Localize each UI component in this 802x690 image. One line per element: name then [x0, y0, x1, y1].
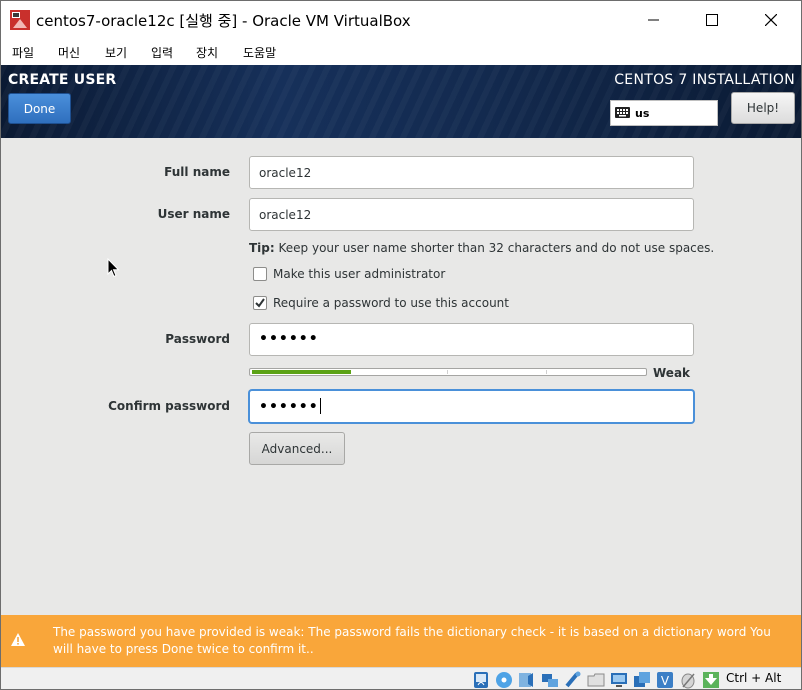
done-button[interactable]: Done [8, 93, 71, 124]
full-name-label: Full name [164, 165, 230, 179]
status-bar: V Ctrl + Alt [1, 667, 801, 689]
text-caret [319, 398, 321, 414]
host-key-icon[interactable] [702, 671, 720, 689]
minimize-icon [648, 19, 659, 21]
title-bar: centos7-oracle12c [실행 중] - Oracle VM Vir… [1, 1, 801, 39]
user-name-label: User name [157, 207, 230, 221]
admin-checkbox-label: Make this user administrator [273, 267, 446, 281]
keyboard-icon [615, 107, 630, 118]
virtualbox-window: centos7-oracle12c [실행 중] - Oracle VM Vir… [0, 0, 802, 690]
window-title: centos7-oracle12c [실행 중] - Oracle VM Vir… [36, 12, 411, 30]
confirm-password-field[interactable]: •••••• [249, 390, 694, 423]
help-button[interactable]: Help! [731, 92, 795, 124]
confirm-password-label: Confirm password [108, 399, 230, 413]
shared-folders-icon[interactable] [587, 671, 605, 689]
vm-screen[interactable]: CREATE USER Done CENTOS 7 INSTALLATION u… [1, 65, 801, 667]
menu-view[interactable]: 보기 [105, 44, 127, 61]
warning-icon [11, 633, 25, 646]
full-name-value: oracle12 [259, 166, 312, 180]
virtualization-icon[interactable]: V [656, 671, 674, 689]
admin-checkbox[interactable] [253, 267, 267, 281]
menu-input[interactable]: 입력 [151, 44, 173, 61]
password-label: Password [165, 332, 230, 346]
installation-title: CENTOS 7 INSTALLATION [614, 72, 795, 88]
password-strength-fill [252, 370, 351, 374]
host-key-label: Ctrl + Alt [726, 671, 782, 685]
keyboard-layout-label: us [635, 107, 650, 120]
confirm-password-value: •••••• [259, 399, 319, 415]
full-name-field[interactable]: oracle12 [249, 156, 694, 189]
keyboard-layout-indicator[interactable]: us [610, 100, 718, 126]
menu-file[interactable]: 파일 [12, 44, 34, 61]
svg-text:V: V [661, 674, 670, 688]
warning-bar[interactable]: The password you have provided is weak: … [1, 615, 801, 667]
confirm-password-wrapper: •••••• [259, 398, 321, 415]
close-icon [765, 14, 777, 26]
strength-divider [447, 370, 448, 374]
strength-divider [546, 370, 547, 374]
password-field[interactable]: •••••• [249, 323, 694, 356]
menu-machine[interactable]: 머신 [58, 44, 80, 61]
menu-help[interactable]: 도움말 [243, 44, 276, 61]
mouse-pointer-icon [107, 258, 120, 278]
optical-disc-icon[interactable] [495, 671, 513, 689]
hard-disk-icon[interactable] [472, 671, 490, 689]
usb-icon[interactable] [564, 671, 582, 689]
password-strength-label: Weak [653, 366, 691, 380]
mouse-integration-icon[interactable] [679, 671, 697, 689]
password-value: •••••• [259, 331, 319, 347]
close-button[interactable] [748, 1, 794, 39]
warning-message: The password you have provided is weak: … [53, 625, 771, 656]
minimize-button[interactable] [631, 1, 677, 39]
audio-icon[interactable] [518, 671, 536, 689]
user-name-value: oracle12 [259, 208, 312, 222]
require-password-checkbox[interactable] [253, 296, 267, 310]
tip-prefix: Tip: [249, 241, 275, 255]
require-password-label: Require a password to use this account [273, 296, 509, 310]
menu-devices[interactable]: 장치 [196, 44, 218, 61]
virtualbox-app-icon [10, 10, 30, 30]
menu-bar: 파일 머신 보기 입력 장치 도움말 [1, 39, 801, 65]
maximize-icon [706, 14, 718, 26]
display-icon[interactable] [610, 671, 628, 689]
recording-icon[interactable] [633, 671, 651, 689]
tip-text: Keep your user name shorter than 32 char… [274, 241, 715, 255]
password-strength-bar [249, 368, 647, 376]
username-tip: Tip: Keep your user name shorter than 32… [249, 241, 714, 255]
maximize-button[interactable] [689, 1, 735, 39]
user-name-field[interactable]: oracle12 [249, 198, 694, 231]
advanced-button[interactable]: Advanced... [249, 432, 345, 465]
page-title: CREATE USER [8, 72, 117, 88]
checkmark-icon [255, 298, 265, 308]
network-icon[interactable] [541, 671, 559, 689]
installer-header: CREATE USER Done CENTOS 7 INSTALLATION u… [1, 65, 801, 138]
